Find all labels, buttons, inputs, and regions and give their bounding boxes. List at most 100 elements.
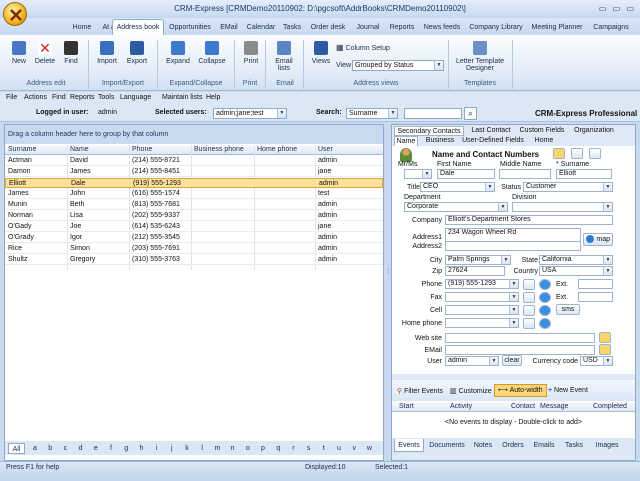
address2-field[interactable] xyxy=(445,241,581,251)
table-row[interactable]: O'Gady Joe (614) 535-6243 jane xyxy=(5,222,383,232)
map-button[interactable]: map xyxy=(583,233,613,246)
vcard-icon[interactable] xyxy=(553,148,565,159)
website-field[interactable] xyxy=(445,333,595,343)
alphabet-filter-i[interactable]: i xyxy=(151,443,163,454)
phone-ext-field[interactable] xyxy=(578,279,613,289)
menu-maintain-lists[interactable]: Maintain lists xyxy=(162,94,202,101)
column-setup-button[interactable]: ▦ Column Setup xyxy=(336,43,396,52)
tab-news-feeds[interactable]: News feeds xyxy=(420,20,464,35)
alphabet-filter-t[interactable]: t xyxy=(318,443,330,454)
alphabet-filter-j[interactable]: j xyxy=(166,443,178,454)
send-email-icon[interactable] xyxy=(599,344,611,355)
tab-emails[interactable]: Emails xyxy=(530,439,558,452)
fax-field[interactable]: ▼ xyxy=(445,292,519,302)
tab-calendar[interactable]: Calendar xyxy=(244,20,278,35)
col-business-phone[interactable]: Business phone xyxy=(194,146,244,153)
tab-notes[interactable]: Notes xyxy=(470,439,496,452)
skype-fax-icon[interactable] xyxy=(539,292,551,303)
user-select[interactable]: admin ▼ xyxy=(445,356,499,366)
alphabet-filter-e[interactable]: e xyxy=(90,443,102,454)
skype-phone-icon[interactable] xyxy=(539,279,551,290)
notes-icon[interactable] xyxy=(571,148,583,159)
dial-home-icon[interactable] xyxy=(523,318,535,329)
col-surname[interactable]: Surname xyxy=(8,146,36,153)
selected-users-select[interactable]: admin;jane;test ▼ xyxy=(213,108,287,119)
home-phone-field[interactable]: ▼ xyxy=(445,318,519,328)
menu-find[interactable]: Find xyxy=(52,94,66,101)
tab-tasks-bottom[interactable]: Tasks xyxy=(560,439,588,452)
auto-width-button[interactable]: ⟷ Auto-width xyxy=(494,384,547,397)
tab-images[interactable]: Images xyxy=(590,439,624,452)
tab-meeting-planner[interactable]: Meeting Planner xyxy=(528,20,586,35)
alphabet-filter-b[interactable]: b xyxy=(44,443,56,454)
table-row[interactable]: Damon James (214) 555-8451 jane xyxy=(5,167,383,177)
col-home-phone[interactable]: Home phone xyxy=(257,146,297,153)
alphabet-filter-g[interactable]: g xyxy=(120,443,132,454)
export-button[interactable]: Export xyxy=(124,41,150,65)
zip-field[interactable]: 27624 xyxy=(445,266,505,276)
tab-journal[interactable]: Journal xyxy=(352,20,384,35)
alphabet-filter-h[interactable]: h xyxy=(135,443,147,454)
email-field[interactable] xyxy=(445,345,595,355)
tab-order-desk[interactable]: Order desk xyxy=(306,20,350,35)
app-menu-orb[interactable] xyxy=(3,2,27,26)
dial-fax-icon[interactable] xyxy=(523,292,535,303)
alphabet-filter-f[interactable]: f xyxy=(105,443,117,454)
dial-cell-icon[interactable] xyxy=(523,305,535,316)
alphabet-filter-n[interactable]: n xyxy=(227,443,239,454)
tab-home-address[interactable]: Home xyxy=(530,136,558,146)
tab-documents[interactable]: Documents xyxy=(426,439,468,452)
col-message[interactable]: Message xyxy=(540,403,568,410)
menu-actions[interactable]: Actions xyxy=(24,94,47,101)
alphabet-filter-p[interactable]: p xyxy=(257,443,269,454)
mrms-select[interactable]: ▼ xyxy=(404,169,432,179)
filter-events-button[interactable]: ⚲ Filter Events xyxy=(397,387,443,395)
clear-button[interactable]: clear xyxy=(502,355,522,366)
import-button[interactable]: Import xyxy=(94,41,120,65)
alphabet-filter-u[interactable]: u xyxy=(333,443,345,454)
view-select[interactable]: Grouped by Status ▼ xyxy=(352,60,444,71)
alphabet-filter-c[interactable]: c xyxy=(59,443,71,454)
skype-home-icon[interactable] xyxy=(539,318,551,329)
search-icon[interactable]: ⌕ xyxy=(464,107,477,120)
tab-opportunities[interactable]: Opportunities xyxy=(166,20,214,35)
tab-name[interactable]: Name xyxy=(394,136,418,146)
alphabet-filter-k[interactable]: k xyxy=(181,443,193,454)
menu-help[interactable]: Help xyxy=(206,94,220,101)
find-button[interactable]: Find xyxy=(60,41,82,65)
search-input[interactable] xyxy=(404,108,462,119)
department-select[interactable]: Corporate ▼ xyxy=(404,202,508,212)
city-select[interactable]: Palm Springs ▼ xyxy=(445,255,511,265)
tab-email[interactable]: EMail xyxy=(216,20,242,35)
tab-tasks[interactable]: Tasks xyxy=(280,20,304,35)
tab-orders[interactable]: Orders xyxy=(498,439,528,452)
tab-user-defined-fields[interactable]: User-Defined Fields xyxy=(460,136,526,146)
col-contact[interactable]: Contact xyxy=(511,403,535,410)
tab-address-book[interactable]: Address book xyxy=(112,19,164,36)
menu-language[interactable]: Language xyxy=(120,94,151,101)
alphabet-filter-w[interactable]: w xyxy=(363,443,375,454)
sms-button[interactable]: sms xyxy=(556,304,580,315)
splitter-handle[interactable]: ⋮ xyxy=(385,268,392,300)
table-row[interactable]: Elliott Dale (919) 555-1293 admin xyxy=(5,178,383,188)
fax-ext-field[interactable] xyxy=(578,292,613,302)
phone-field[interactable]: (919) 555-1293 ▼ xyxy=(445,279,519,289)
alphabet-filter-o[interactable]: o xyxy=(242,443,254,454)
email-lists-button[interactable]: Email lists xyxy=(270,41,298,72)
address1-field[interactable]: 234 Wagon Wheel Rd xyxy=(445,228,581,242)
window-controls[interactable]: ▭ ▭ ▭ xyxy=(599,4,636,13)
country-select[interactable]: USA ▼ xyxy=(539,266,613,276)
alphabet-filter-a[interactable]: a xyxy=(29,443,41,454)
new-button[interactable]: New xyxy=(8,41,30,65)
table-row[interactable]: Munin Beth (813) 555-7681 admin xyxy=(5,200,383,210)
new-event-button[interactable]: + New Event xyxy=(548,387,588,394)
alphabet-filter-d[interactable]: d xyxy=(75,443,87,454)
collapse-button[interactable]: Collapse xyxy=(196,41,228,65)
tab-last-contact[interactable]: Last Contact xyxy=(468,126,514,136)
alphabet-filter-m[interactable]: m xyxy=(211,443,223,454)
menu-reports[interactable]: Reports xyxy=(70,94,95,101)
col-name[interactable]: Name xyxy=(70,146,89,153)
title-select[interactable]: CEO ▼ xyxy=(420,182,495,192)
group-by-area[interactable]: Drag a column header here to group by th… xyxy=(5,125,383,144)
skype-cell-icon[interactable] xyxy=(539,305,551,316)
